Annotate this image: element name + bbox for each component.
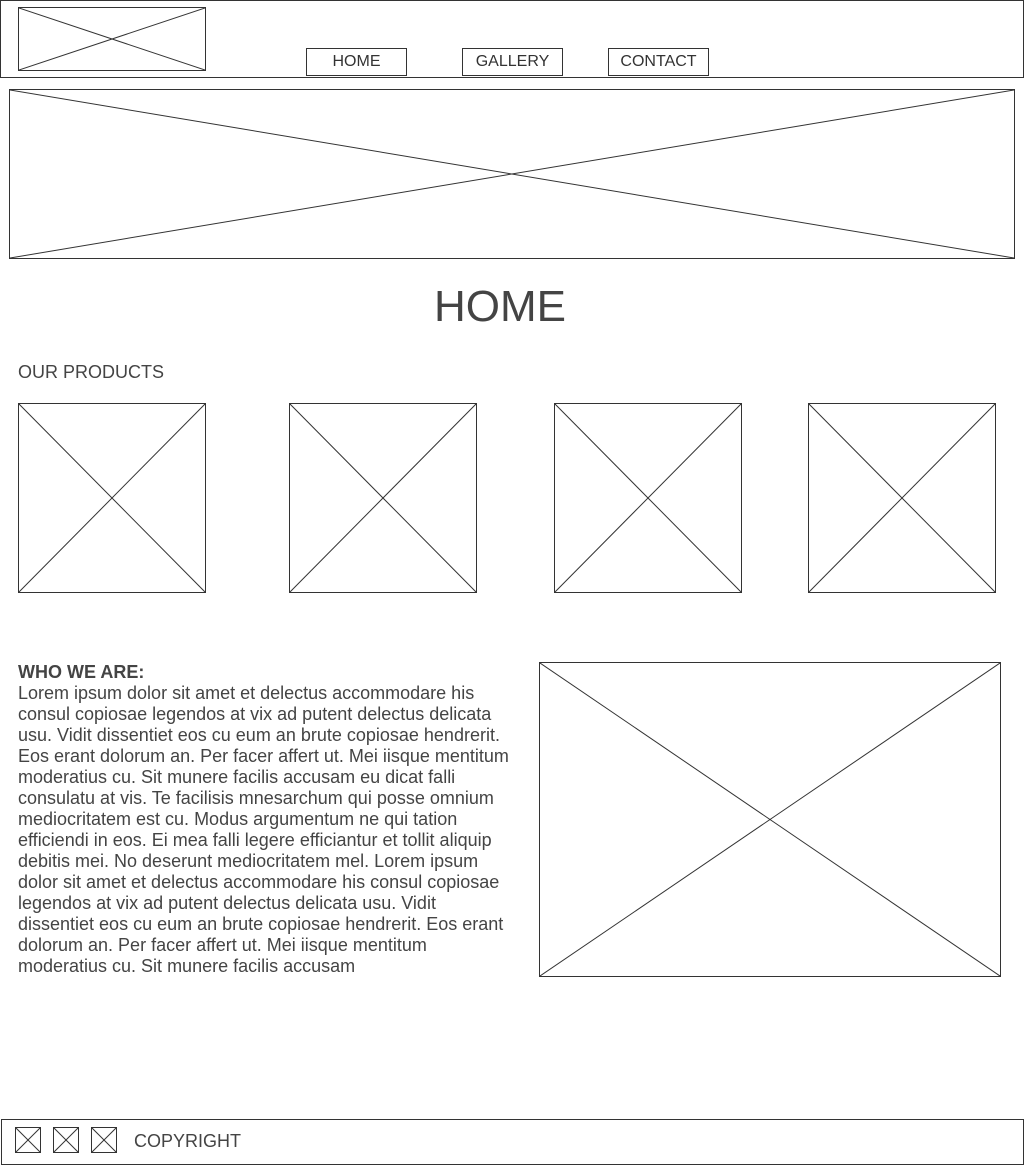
page-title: HOME <box>434 282 566 331</box>
social-placeholder-icon <box>16 1128 40 1152</box>
about-heading: WHO WE ARE: <box>18 662 145 682</box>
copyright-text: COPYRIGHT <box>134 1131 242 1151</box>
image-placeholder-icon <box>290 404 476 592</box>
social-link-1[interactable] <box>15 1127 41 1153</box>
about-section: WHO WE ARE: Lorem ipsum dolor sit amet e… <box>18 662 510 977</box>
image-placeholder-icon <box>809 404 995 592</box>
image-placeholder-icon <box>555 404 741 592</box>
image-placeholder-icon <box>19 404 205 592</box>
image-placeholder-icon <box>540 663 1000 976</box>
social-link-2[interactable] <box>53 1127 79 1153</box>
social-placeholder-icon <box>92 1128 116 1152</box>
image-placeholder-icon <box>19 8 205 70</box>
product-card-2[interactable] <box>289 403 477 593</box>
product-card-3[interactable] <box>554 403 742 593</box>
image-placeholder-icon <box>10 90 1014 258</box>
social-placeholder-icon <box>54 1128 78 1152</box>
product-card-4[interactable] <box>808 403 996 593</box>
products-heading: OUR PRODUCTS <box>18 362 165 382</box>
nav-gallery-button[interactable]: GALLERY <box>462 48 563 76</box>
logo-placeholder[interactable] <box>18 7 206 71</box>
nav-home-button[interactable]: HOME <box>306 48 407 76</box>
about-body-text: Lorem ipsum dolor sit amet et delectus a… <box>18 683 509 976</box>
about-image-placeholder <box>539 662 1001 977</box>
product-card-1[interactable] <box>18 403 206 593</box>
hero-banner-placeholder <box>9 89 1015 259</box>
nav-contact-button[interactable]: CONTACT <box>608 48 709 76</box>
social-link-3[interactable] <box>91 1127 117 1153</box>
